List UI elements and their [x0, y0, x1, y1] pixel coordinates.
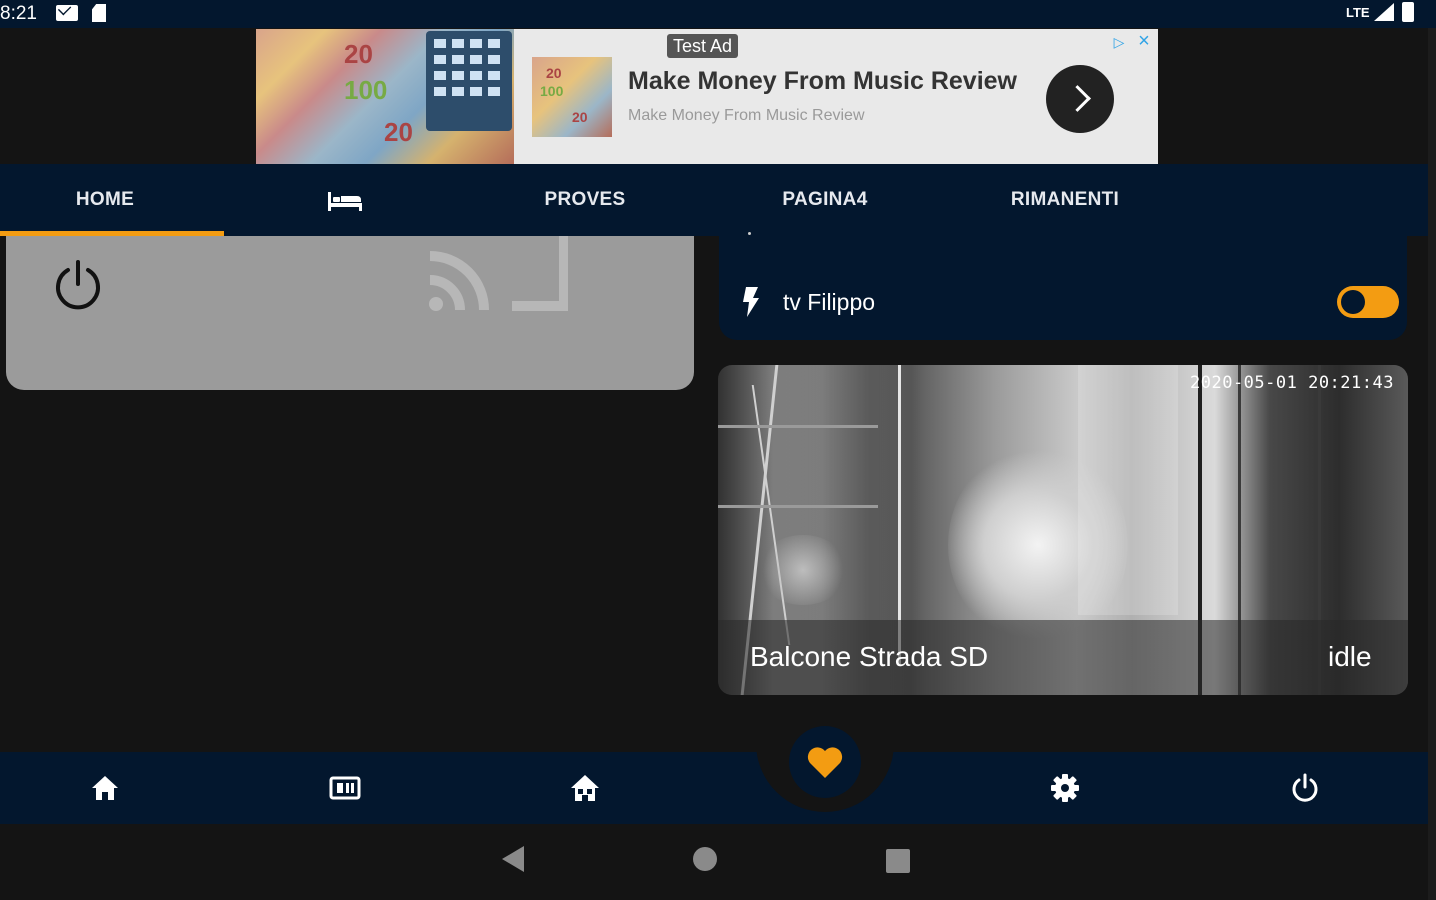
dashboard-icon[interactable] [329, 772, 361, 804]
tab-pagina4[interactable]: PAGINA4 [705, 164, 945, 236]
close-icon[interactable]: × [1134, 31, 1154, 51]
tab-proves[interactable]: PROVES [465, 164, 705, 236]
status-time: 8:21 [0, 3, 37, 24]
calculator-image [426, 31, 512, 131]
ad-banner[interactable]: 20 100 20 20 100 20 Test Ad ▷ × Make Mon… [256, 29, 1158, 164]
favorites-heart-icon[interactable] [806, 744, 844, 780]
tab-home[interactable]: HOME [0, 164, 210, 236]
system-home-icon[interactable] [693, 847, 717, 871]
status-bar [0, 0, 1436, 28]
house-group-icon[interactable] [569, 772, 601, 804]
bottom-navigation [0, 752, 1428, 824]
divider-dot [748, 232, 751, 235]
camera-timestamp: 2020-05-01 20:21:43 [1190, 373, 1394, 393]
ad-image-note: 20 [344, 39, 373, 69]
switch-toggle-knob[interactable] [1341, 290, 1365, 314]
ad-open-arrow-button[interactable] [1046, 65, 1114, 133]
ad-image[interactable]: 20 100 20 [256, 29, 514, 164]
back-icon[interactable] [502, 846, 524, 872]
ad-image-note: 100 [344, 75, 388, 105]
camera-name: Balcone Strada SD [750, 641, 989, 672]
power-icon[interactable] [52, 258, 104, 310]
flash-icon [743, 287, 759, 317]
ad-thumb-note: 20 [572, 109, 588, 125]
recents-icon[interactable] [886, 849, 910, 873]
adchoices-icon[interactable]: ▷ [1110, 33, 1128, 51]
camera-state: idle [1328, 641, 1372, 672]
camera-detail [718, 505, 878, 508]
home-icon[interactable] [89, 772, 121, 804]
ad-subline: Make Money From Music Review [628, 107, 865, 124]
tab-bar: HOME PROVES PAGINA4 RIMANENTI [0, 164, 1428, 236]
power-icon[interactable] [1289, 772, 1321, 804]
network-type: LTE [1346, 5, 1370, 20]
screen-edge [1428, 28, 1436, 900]
switch-card [719, 236, 1407, 340]
ad-headline[interactable]: Make Money From Music Review [628, 67, 1017, 96]
settings-gear-icon[interactable] [1049, 772, 1081, 804]
mail-icon [56, 5, 78, 21]
ad-image-note: 20 [384, 117, 413, 147]
system-navigation-bar [0, 824, 1436, 900]
switch-label: tv Filippo [783, 289, 876, 315]
cast-icon [429, 236, 568, 311]
battery-icon [1402, 2, 1414, 22]
camera-detail [758, 535, 848, 605]
ad-thumbnail[interactable]: 20 100 20 [532, 57, 612, 137]
tv-control-card[interactable] [6, 236, 694, 390]
bed-icon [328, 192, 362, 211]
ad-thumb-note: 20 [546, 65, 562, 81]
tab-rimanenti[interactable]: RIMANENTI [945, 164, 1185, 236]
ad-thumb-note: 100 [540, 83, 564, 99]
camera-detail [1078, 365, 1178, 615]
camera-detail [718, 425, 878, 428]
test-ad-label: Test Ad [667, 34, 739, 58]
